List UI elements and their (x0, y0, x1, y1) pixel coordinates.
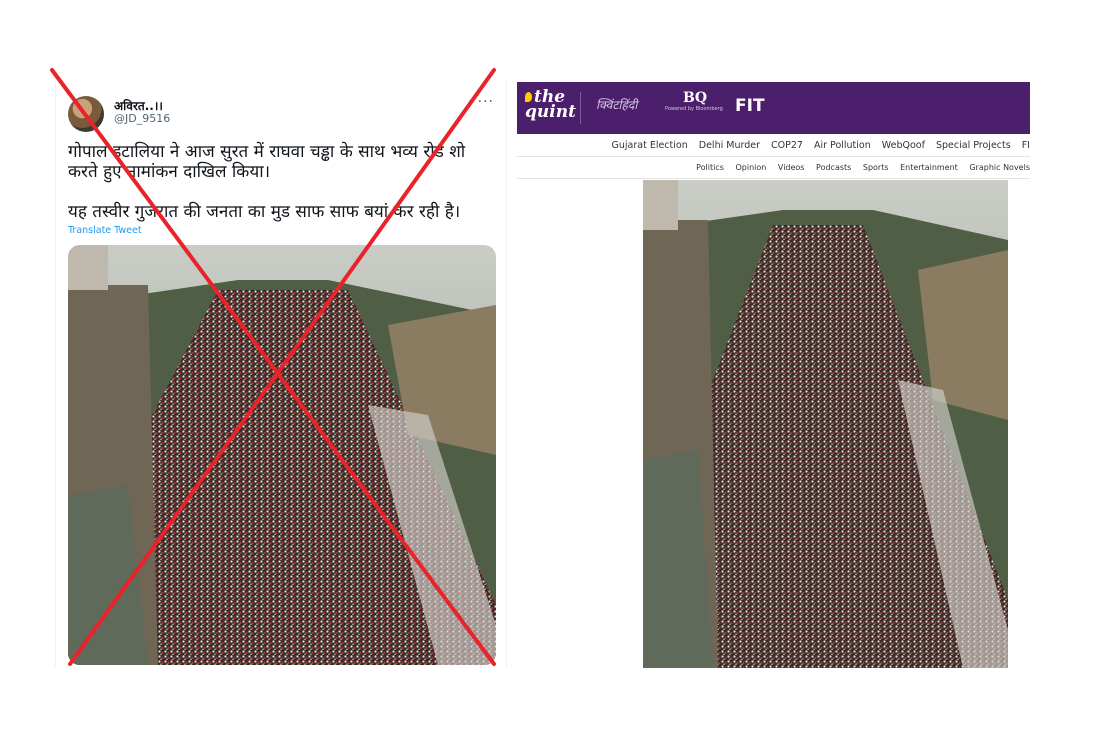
tweet-photo[interactable] (68, 245, 496, 665)
primary-nav: Gujarat Election Delhi Murder COP27 Air … (517, 136, 1030, 157)
tweet-text-line1: गोपाल इटालिया ने आज सुरत में राघवा चड्ढा… (68, 142, 466, 182)
nav-item-politics[interactable]: Politics (696, 158, 724, 178)
nav-item-entertainment[interactable]: Entertainment (900, 158, 958, 178)
nav-item-fi[interactable]: FI (1022, 136, 1030, 156)
crowd-photo-image (68, 245, 496, 665)
nav-item-webqoof[interactable]: WebQoof (882, 136, 925, 156)
tweet-handle[interactable]: @JD_9516 (114, 112, 170, 125)
nav-item-videos[interactable]: Videos (778, 158, 805, 178)
nav-item-sports[interactable]: Sports (863, 158, 889, 178)
header-divider (580, 92, 581, 124)
nav-item-podcasts[interactable]: Podcasts (816, 158, 851, 178)
more-options-icon[interactable]: ··· (478, 94, 494, 110)
nav-item-cop27[interactable]: COP27 (771, 136, 803, 156)
avatar[interactable] (68, 96, 104, 132)
tweet-text-line2: यह तस्वीर गुजरात की जनता का मुड साफ साफ … (68, 202, 461, 222)
quint-hindi-logo[interactable]: क्विंटहिंदी (596, 96, 637, 113)
translate-tweet-link[interactable]: Translate Tweet (68, 225, 142, 236)
bq-prime-logo[interactable]: BQ Powered by Bloomberg (665, 90, 723, 112)
bq-sub-text: Powered by Bloomberg (665, 106, 723, 112)
fit-logo[interactable]: FIT (735, 96, 765, 116)
tweet-card: अविरत..।। @JD_9516 ··· गोपाल इटालिया ने … (55, 82, 507, 667)
nav-item-special-projects[interactable]: Special Projects (936, 136, 1011, 156)
quint-dot-icon (525, 92, 532, 102)
nav-item-gujarat-election[interactable]: Gujarat Election (612, 136, 688, 156)
secondary-nav: Politics Opinion Videos Podcasts Sports … (517, 158, 1030, 179)
quint-header-bar: the quint क्विंटहिंदी BQ Powered by Bloo… (517, 82, 1030, 134)
nav-item-air-pollution[interactable]: Air Pollution (814, 136, 871, 156)
quint-logo-quint: quint (525, 102, 576, 122)
crowd-photo-image-original (643, 180, 1008, 668)
quint-article-photo[interactable] (643, 180, 1008, 668)
nav-item-delhi-murder[interactable]: Delhi Murder (699, 136, 760, 156)
nav-item-graphic-novels[interactable]: Graphic Novels (969, 158, 1030, 178)
nav-item-opinion[interactable]: Opinion (735, 158, 766, 178)
the-quint-logo[interactable]: the quint (525, 89, 576, 122)
bq-logo-text: BQ (683, 90, 708, 106)
